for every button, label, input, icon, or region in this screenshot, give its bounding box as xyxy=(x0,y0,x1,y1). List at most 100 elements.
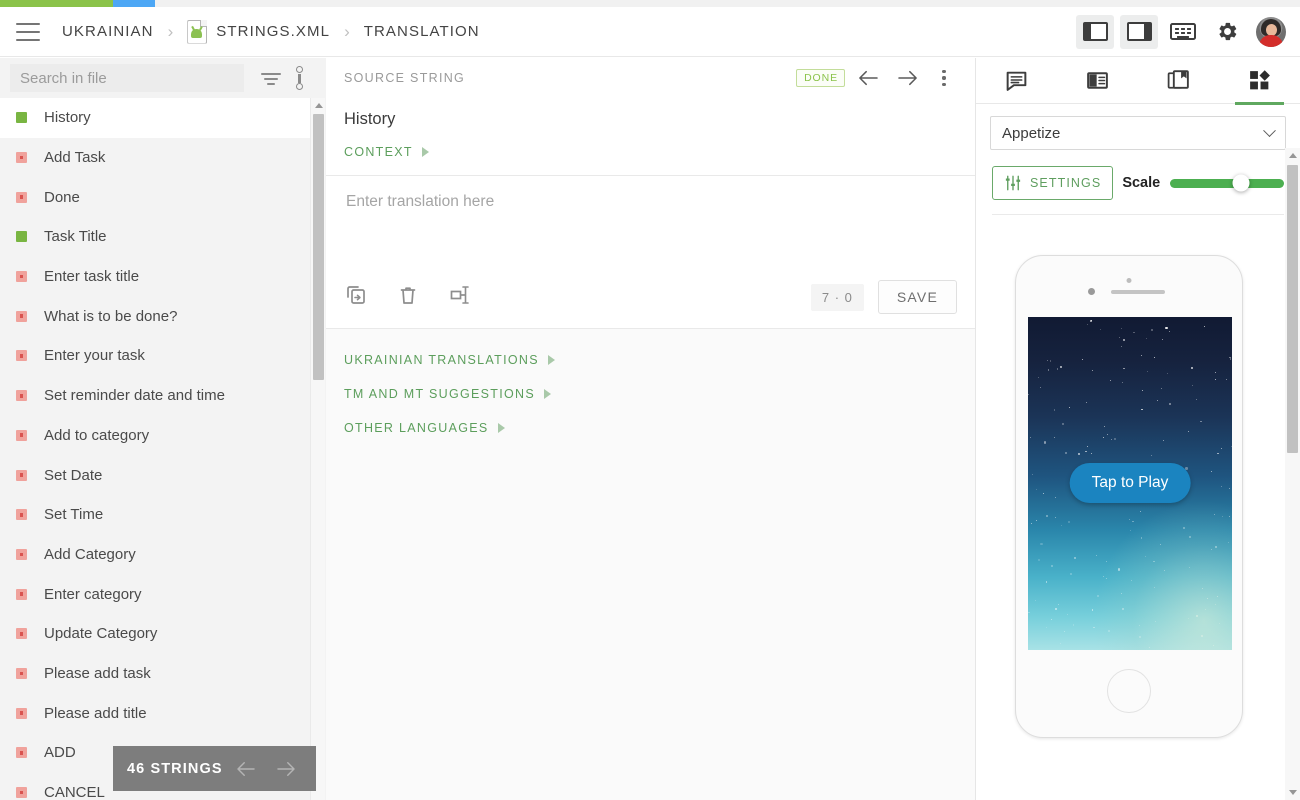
right-panel-scroll-up-arrow[interactable] xyxy=(1285,148,1300,163)
insert-placeholder-icon xyxy=(448,283,472,307)
gear-icon xyxy=(1216,20,1239,43)
provider-select[interactable]: Appetize xyxy=(990,116,1286,150)
collapsible-section-label: UKRAINIAN TRANSLATIONS xyxy=(344,353,539,367)
preview-settings-button[interactable]: SETTINGS xyxy=(992,166,1113,200)
keyboard-shortcuts-button[interactable] xyxy=(1164,15,1202,49)
tab-glossary[interactable] xyxy=(1057,58,1138,104)
collapsible-section-header[interactable]: UKRAINIAN TRANSLATIONS xyxy=(344,343,957,377)
sidebar-scrollbar[interactable] xyxy=(310,98,325,800)
list-item-label: History xyxy=(44,109,91,126)
breadcrumb-item-language[interactable]: UKRAINIAN xyxy=(62,23,154,40)
list-item-label: Enter your task xyxy=(44,347,145,364)
progress-segment-approved xyxy=(113,0,155,7)
filter-icon[interactable] xyxy=(259,66,283,90)
list-item-label: Set Time xyxy=(44,506,103,523)
right-panel-tabs xyxy=(976,58,1300,104)
status-square-untranslated xyxy=(16,628,27,639)
strings-prev-button[interactable] xyxy=(230,761,262,777)
panel-divider xyxy=(992,214,1284,215)
right-panel-scrollbar-thumb[interactable] xyxy=(1287,165,1298,453)
tap-to-play-button[interactable]: Tap to Play xyxy=(1070,463,1191,503)
status-square-untranslated xyxy=(16,430,27,441)
clear-translation-button[interactable] xyxy=(396,283,424,311)
sidebar-search-row xyxy=(0,58,326,98)
list-item[interactable]: Enter task title xyxy=(0,257,310,297)
chain-options-icon[interactable] xyxy=(292,65,308,91)
list-item[interactable]: Done xyxy=(0,177,310,217)
toggle-left-panel-button[interactable] xyxy=(1076,15,1114,49)
list-item[interactable]: Task Title xyxy=(0,217,310,257)
collapsible-section-header[interactable]: OTHER LANGUAGES xyxy=(344,411,957,445)
progress-segment-translated xyxy=(0,0,113,7)
list-item-label: Add Task xyxy=(44,149,105,166)
translation-toolbar: 7 · 0 SAVE xyxy=(344,273,957,321)
collapsible-section-header[interactable]: TM AND MT SUGGESTIONS xyxy=(344,377,957,411)
breadcrumb-item-file[interactable]: STRINGS.XML xyxy=(187,20,330,44)
list-item-label: ADD xyxy=(44,744,76,761)
list-item-label: Task Title xyxy=(44,228,107,245)
chevron-right-icon xyxy=(548,355,555,365)
list-item[interactable]: Please add title xyxy=(0,693,310,733)
list-item[interactable]: Enter your task xyxy=(0,336,310,376)
app-header: UKRAINIAN › STRINGS.XML › TRANSLATION xyxy=(0,7,1300,57)
sidebar-scrollbar-thumb[interactable] xyxy=(313,114,324,380)
sidebar-scroll-up-arrow[interactable] xyxy=(311,98,326,113)
list-item-label: Add Category xyxy=(44,546,136,563)
device-screen[interactable]: Tap to Play xyxy=(1028,317,1232,650)
previous-string-button[interactable] xyxy=(851,61,885,95)
list-item-label: Add to category xyxy=(44,427,149,444)
right-panel-scrollbar[interactable] xyxy=(1285,148,1300,800)
list-item[interactable]: What is to be done? xyxy=(0,296,310,336)
list-item[interactable]: Set Time xyxy=(0,495,310,535)
strings-next-button[interactable] xyxy=(270,761,302,777)
list-item-label: Done xyxy=(44,189,80,206)
list-item-label: Please add title xyxy=(44,705,147,722)
status-square-untranslated xyxy=(16,350,27,361)
status-badge: DONE xyxy=(796,69,845,87)
save-button[interactable]: SAVE xyxy=(878,280,957,314)
list-item[interactable]: Enter category xyxy=(0,574,310,614)
context-toggle[interactable]: CONTEXT xyxy=(344,145,957,175)
list-item[interactable]: Update Category xyxy=(0,614,310,654)
breadcrumb-separator-2: › xyxy=(344,22,350,42)
list-item[interactable]: Set reminder date and time xyxy=(0,376,310,416)
search-input[interactable] xyxy=(10,64,244,92)
sliders-icon xyxy=(1004,174,1022,192)
translation-input[interactable] xyxy=(344,176,957,268)
list-item[interactable]: Add to category xyxy=(0,416,310,456)
scale-slider-knob[interactable] xyxy=(1232,175,1249,192)
hamburger-icon[interactable] xyxy=(16,23,40,41)
copy-source-button[interactable] xyxy=(344,283,372,311)
kebab-menu-icon[interactable] xyxy=(931,61,957,95)
collapsible-section-label: TM AND MT SUGGESTIONS xyxy=(344,387,535,401)
right-panel-scroll-down-arrow[interactable] xyxy=(1285,785,1300,800)
home-button[interactable] xyxy=(1107,669,1151,713)
scale-slider[interactable] xyxy=(1170,179,1284,188)
string-list[interactable]: History Add Task Done Task Title Enter task … xyxy=(0,98,310,800)
list-item[interactable]: Set Date xyxy=(0,455,310,495)
proximity-sensor-icon xyxy=(1088,288,1095,295)
status-square-untranslated xyxy=(16,390,27,401)
list-item-label: Please add task xyxy=(44,665,151,682)
chevron-right-icon xyxy=(544,389,551,399)
device-preview: Tap to Play xyxy=(1015,255,1243,738)
list-item[interactable]: History xyxy=(0,98,310,138)
list-item[interactable]: Add Category xyxy=(0,535,310,575)
app-root: UKRAINIAN › STRINGS.XML › TRANSLATION xyxy=(0,0,1300,800)
list-item[interactable]: Add Task xyxy=(0,138,310,178)
insert-placeholder-button[interactable] xyxy=(448,283,476,311)
preview-controls-row: SETTINGS Scale xyxy=(976,150,1300,200)
next-string-button[interactable] xyxy=(891,61,925,95)
list-item[interactable]: Please add task xyxy=(0,654,310,694)
user-avatar[interactable] xyxy=(1256,17,1286,47)
status-square-untranslated xyxy=(16,311,27,322)
tab-comments[interactable] xyxy=(976,58,1057,104)
settings-gear-button[interactable] xyxy=(1208,15,1246,49)
copy-source-icon xyxy=(344,283,368,307)
header-actions xyxy=(1076,15,1300,49)
status-square-translated xyxy=(16,112,27,123)
tab-screenshots[interactable] xyxy=(1138,58,1219,104)
list-item-label: Enter task title xyxy=(44,268,139,285)
toggle-right-panel-button[interactable] xyxy=(1120,15,1158,49)
tab-integrations[interactable] xyxy=(1219,58,1300,104)
